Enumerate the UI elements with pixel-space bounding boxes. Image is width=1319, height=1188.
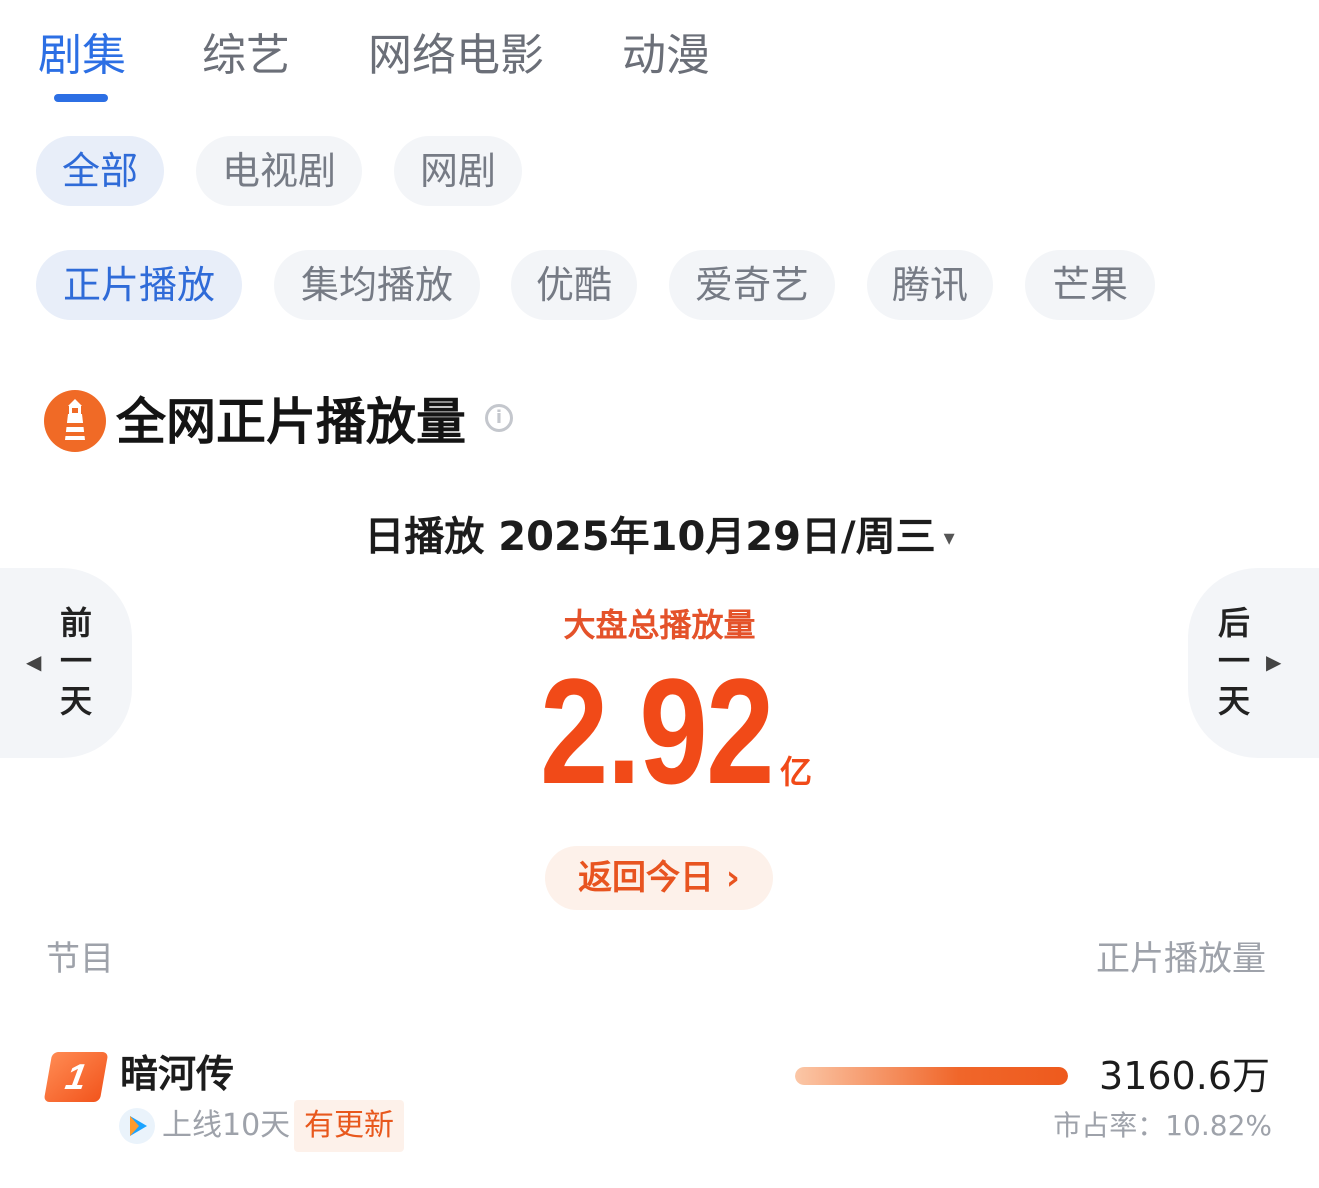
plays-bar-fill: [795, 1067, 1068, 1085]
plays-bar: [795, 1067, 1068, 1085]
prev-day-button[interactable]: ◀ 前 一 天: [0, 568, 132, 758]
filter-mango[interactable]: 芒果: [1025, 250, 1155, 320]
program-title[interactable]: 暗河传: [120, 1050, 234, 1098]
next-day-label-3: 天: [1217, 682, 1250, 720]
arrow-left-icon: ◀: [26, 650, 42, 674]
lighthouse-icon: [44, 390, 106, 452]
tab-anime[interactable]: 动漫: [622, 28, 710, 84]
tab-web-movie[interactable]: 网络电影: [368, 28, 544, 84]
arrow-right-icon: ▶: [1266, 650, 1282, 674]
total-plays-label: 大盘总播放量: [563, 606, 756, 644]
filter-tv-drama[interactable]: 电视剧: [196, 136, 362, 206]
info-icon[interactable]: i: [485, 404, 513, 432]
plays-value: 3160.6万: [1099, 1054, 1270, 1098]
date-selector[interactable]: 日播放 2025年10月29日/周三 ▾: [0, 510, 1319, 566]
total-plays-value: 2.92: [540, 647, 774, 815]
total-plays-unit: 亿: [780, 753, 813, 791]
update-badge: 有更新: [294, 1100, 404, 1152]
market-share: 市占率：10.82%: [1053, 1109, 1272, 1142]
filter-youku[interactable]: 优酷: [511, 250, 637, 320]
filter-all[interactable]: 全部: [36, 136, 164, 206]
prev-day-label-2: 一: [59, 642, 92, 680]
filter-episode-plays[interactable]: 正片播放: [36, 250, 242, 320]
next-day-label-2: 一: [1217, 642, 1250, 680]
filter-tencent[interactable]: 腾讯: [867, 250, 993, 320]
rank-badge: 1: [43, 1052, 109, 1102]
chevron-down-icon: ▾: [943, 526, 955, 551]
back-to-today-button[interactable]: 返回今日 ›: [545, 846, 773, 910]
filter-avg-episode-plays[interactable]: 集均播放: [274, 250, 480, 320]
filter-web-drama[interactable]: 网剧: [394, 136, 522, 206]
prev-day-label-3: 天: [59, 682, 92, 720]
column-header-program: 节目: [46, 939, 114, 979]
tab-variety[interactable]: 综艺: [202, 28, 290, 84]
active-tab-indicator: [54, 94, 108, 102]
youku-platform-icon: [119, 1108, 155, 1144]
filter-iqiyi[interactable]: 爱奇艺: [669, 250, 835, 320]
section-title: 全网正片播放量: [116, 393, 466, 451]
column-header-plays: 正片播放量: [1096, 939, 1266, 979]
online-days: 上线10天: [162, 1108, 291, 1143]
tab-series[interactable]: 剧集: [38, 28, 126, 84]
date-text: 日播放 2025年10月29日/周三: [364, 514, 936, 560]
next-day-button[interactable]: 后 一 天 ▶: [1188, 568, 1319, 758]
